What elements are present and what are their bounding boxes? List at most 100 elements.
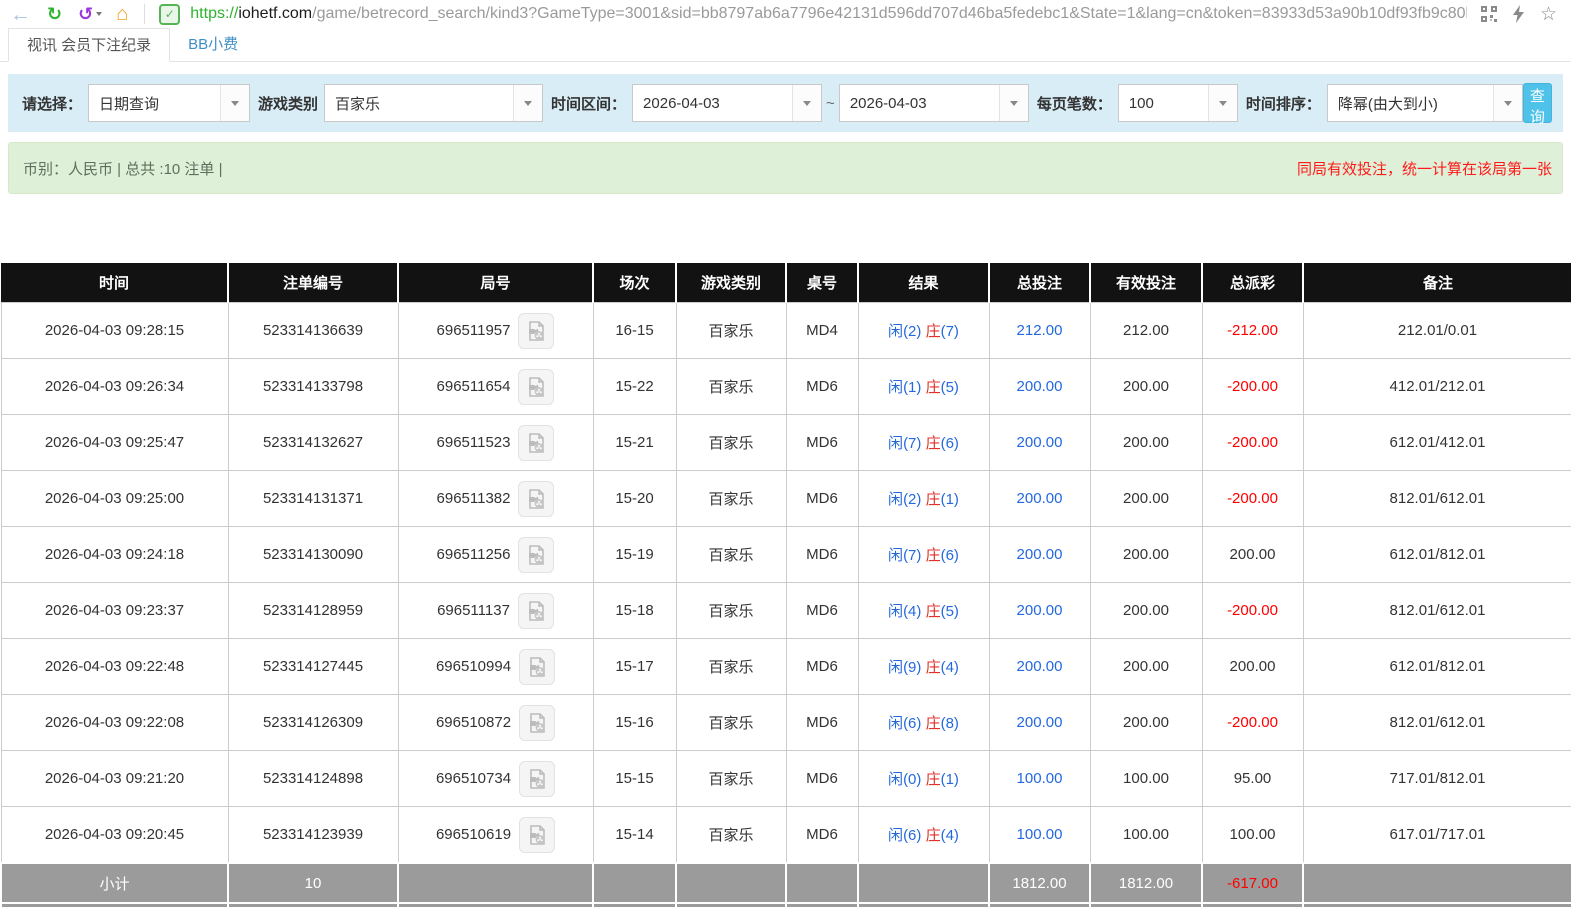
table-no-cell: MD6 xyxy=(785,526,859,583)
banker-label: 庄 xyxy=(925,323,941,340)
page-size-select[interactable]: 100 xyxy=(1117,84,1238,122)
round-id-cell: 696511654 xyxy=(397,358,594,415)
grand-total-count: 10 xyxy=(227,902,399,907)
banker-points: (1) xyxy=(940,771,959,788)
table-no-cell: MD6 xyxy=(785,638,859,695)
payout-cell: -212.00 xyxy=(1201,302,1304,359)
caret-down-icon[interactable] xyxy=(1492,85,1522,121)
caret-down-icon[interactable] xyxy=(513,85,543,121)
total-bet-link[interactable]: 200.00 xyxy=(1017,546,1063,563)
table-row: 2026-04-03 09:20:45 523314123939 696510619… xyxy=(0,806,1571,864)
video-replay-icon[interactable] xyxy=(517,592,554,629)
valid-bet-cell: 200.00 xyxy=(1089,358,1203,415)
filter-bar: 请选择： 日期查询 游戏类别 百家乐 时间区间： 2026-04-03 ~ 20… xyxy=(8,74,1563,132)
video-replay-icon[interactable] xyxy=(519,760,556,797)
total-bet-link[interactable]: 200.00 xyxy=(1017,714,1063,731)
date-from-select[interactable]: 2026-04-03 xyxy=(632,84,823,122)
game-type-cell: 百家乐 xyxy=(675,414,787,471)
video-replay-icon[interactable] xyxy=(519,816,556,853)
sort-select[interactable]: 降幂(由大到小) xyxy=(1326,84,1523,122)
undo-dropdown-caret-icon[interactable] xyxy=(96,12,103,16)
result-cell: 闲(6) 庄(4) xyxy=(857,806,990,864)
lightning-icon[interactable] xyxy=(1512,5,1525,23)
round-id-text: 696510872 xyxy=(435,714,512,731)
game-category-label: 游戏类别 xyxy=(258,95,319,113)
grand-total-empty-cell xyxy=(675,902,787,907)
tab-bb-tips[interactable]: BB小费 xyxy=(170,28,256,61)
secure-shield-icon[interactable]: ✓ xyxy=(159,3,181,25)
round-id-text: 696510619 xyxy=(435,826,512,843)
url-text[interactable]: https://iohetf.com/game/betrecord_search… xyxy=(190,5,1467,23)
caret-down-icon[interactable] xyxy=(792,85,822,121)
caret-down-icon[interactable] xyxy=(220,85,250,121)
time-cell: 2026-04-03 09:20:45 xyxy=(0,806,229,864)
total-bet-link[interactable]: 200.00 xyxy=(1017,378,1063,395)
col-header-session: 场次 xyxy=(593,263,677,303)
bet-id-cell: 523314128959 xyxy=(227,582,399,639)
video-replay-icon[interactable] xyxy=(518,480,555,517)
caret-down-icon[interactable] xyxy=(998,85,1028,121)
total-bet-link[interactable]: 200.00 xyxy=(1017,658,1063,675)
table-no-cell: MD6 xyxy=(785,582,859,639)
grand-total-row: 总计101812.001812.00-617.00 xyxy=(0,902,1571,907)
player-points: (2) xyxy=(903,491,922,508)
result-cell: 闲(9) 庄(4) xyxy=(857,638,990,695)
total-bet-link[interactable]: 100.00 xyxy=(1017,826,1063,843)
game-category-select[interactable]: 百家乐 xyxy=(324,84,544,122)
total-bet-link[interactable]: 212.00 xyxy=(1017,322,1063,339)
col-header-bet-id: 注单编号 xyxy=(228,263,399,303)
date-range-tilde: ~ xyxy=(826,94,835,112)
query-type-select[interactable]: 日期查询 xyxy=(88,84,251,122)
video-replay-icon[interactable] xyxy=(518,536,555,573)
payout-cell: -200.00 xyxy=(1201,414,1304,471)
total-bet-link[interactable]: 200.00 xyxy=(1017,434,1063,451)
banker-label: 庄 xyxy=(925,547,941,564)
table-no-cell: MD6 xyxy=(785,414,859,471)
video-replay-icon[interactable] xyxy=(519,648,556,685)
tab-video-bet-records[interactable]: 视讯 会员下注纪录 xyxy=(8,28,171,62)
time-cell: 2026-04-03 09:25:47 xyxy=(0,414,229,471)
undo-control[interactable]: ↺ xyxy=(78,4,103,25)
bet-id-cell: 523314136639 xyxy=(227,302,399,359)
video-replay-icon[interactable] xyxy=(518,424,555,461)
result-cell: 闲(7) 庄(6) xyxy=(857,414,990,471)
payout-cell: -200.00 xyxy=(1201,358,1304,415)
table-no-cell: MD6 xyxy=(785,358,859,415)
total-bet-link[interactable]: 200.00 xyxy=(1017,602,1063,619)
table-row: 2026-04-03 09:25:00 523314131371 696511382… xyxy=(0,470,1571,527)
video-replay-icon[interactable] xyxy=(519,704,556,741)
subtotal-empty-cell xyxy=(785,862,859,904)
address-bar[interactable]: ✓ https://iohetf.com/game/betrecord_sear… xyxy=(159,3,1467,25)
search-button[interactable]: 查询 xyxy=(1522,83,1552,126)
result-cell: 闲(7) 庄(6) xyxy=(857,526,990,583)
grand-total-empty-cell xyxy=(785,902,859,907)
round-id-wrap: 696510994 xyxy=(400,648,592,685)
qr-code-icon[interactable] xyxy=(1480,6,1497,22)
col-header-remark: 备注 xyxy=(1303,263,1571,303)
caret-down-icon[interactable] xyxy=(1207,85,1237,121)
home-icon[interactable]: ⌂ xyxy=(116,4,128,24)
refresh-icon[interactable]: ↻ xyxy=(47,5,62,23)
date-to-select[interactable]: 2026-04-03 xyxy=(838,84,1029,122)
remark-cell: 612.01/812.01 xyxy=(1302,638,1571,695)
banker-label: 庄 xyxy=(925,603,941,620)
table-row: 2026-04-03 09:28:15 523314136639 696511957… xyxy=(0,302,1571,359)
undo-icon[interactable]: ↺ xyxy=(78,4,93,25)
total-bet-link[interactable]: 200.00 xyxy=(1017,490,1063,507)
payout-cell: 200.00 xyxy=(1201,526,1304,583)
back-icon[interactable]: ← xyxy=(10,4,31,25)
banker-points: (4) xyxy=(940,827,959,844)
table-no-cell: MD6 xyxy=(785,694,859,751)
query-type-label: 请选择： xyxy=(22,95,83,113)
video-replay-icon[interactable] xyxy=(518,368,555,405)
page-size-value: 100 xyxy=(1128,94,1154,112)
grand-total-payout: -617.00 xyxy=(1201,902,1304,907)
video-replay-icon[interactable] xyxy=(518,312,555,349)
browser-toolbar: ← ↻ ↺ ⌂ ✓ https://iohetf.com/game/betrec… xyxy=(0,0,1571,28)
total-bet-link[interactable]: 100.00 xyxy=(1017,770,1063,787)
subtotal-empty-cell xyxy=(397,862,594,904)
sort-label: 时间排序： xyxy=(1245,95,1321,113)
col-header-result: 结果 xyxy=(858,263,990,303)
bookmark-star-icon[interactable]: ☆ xyxy=(1540,5,1557,24)
url-host: iohetf.com xyxy=(238,5,313,22)
